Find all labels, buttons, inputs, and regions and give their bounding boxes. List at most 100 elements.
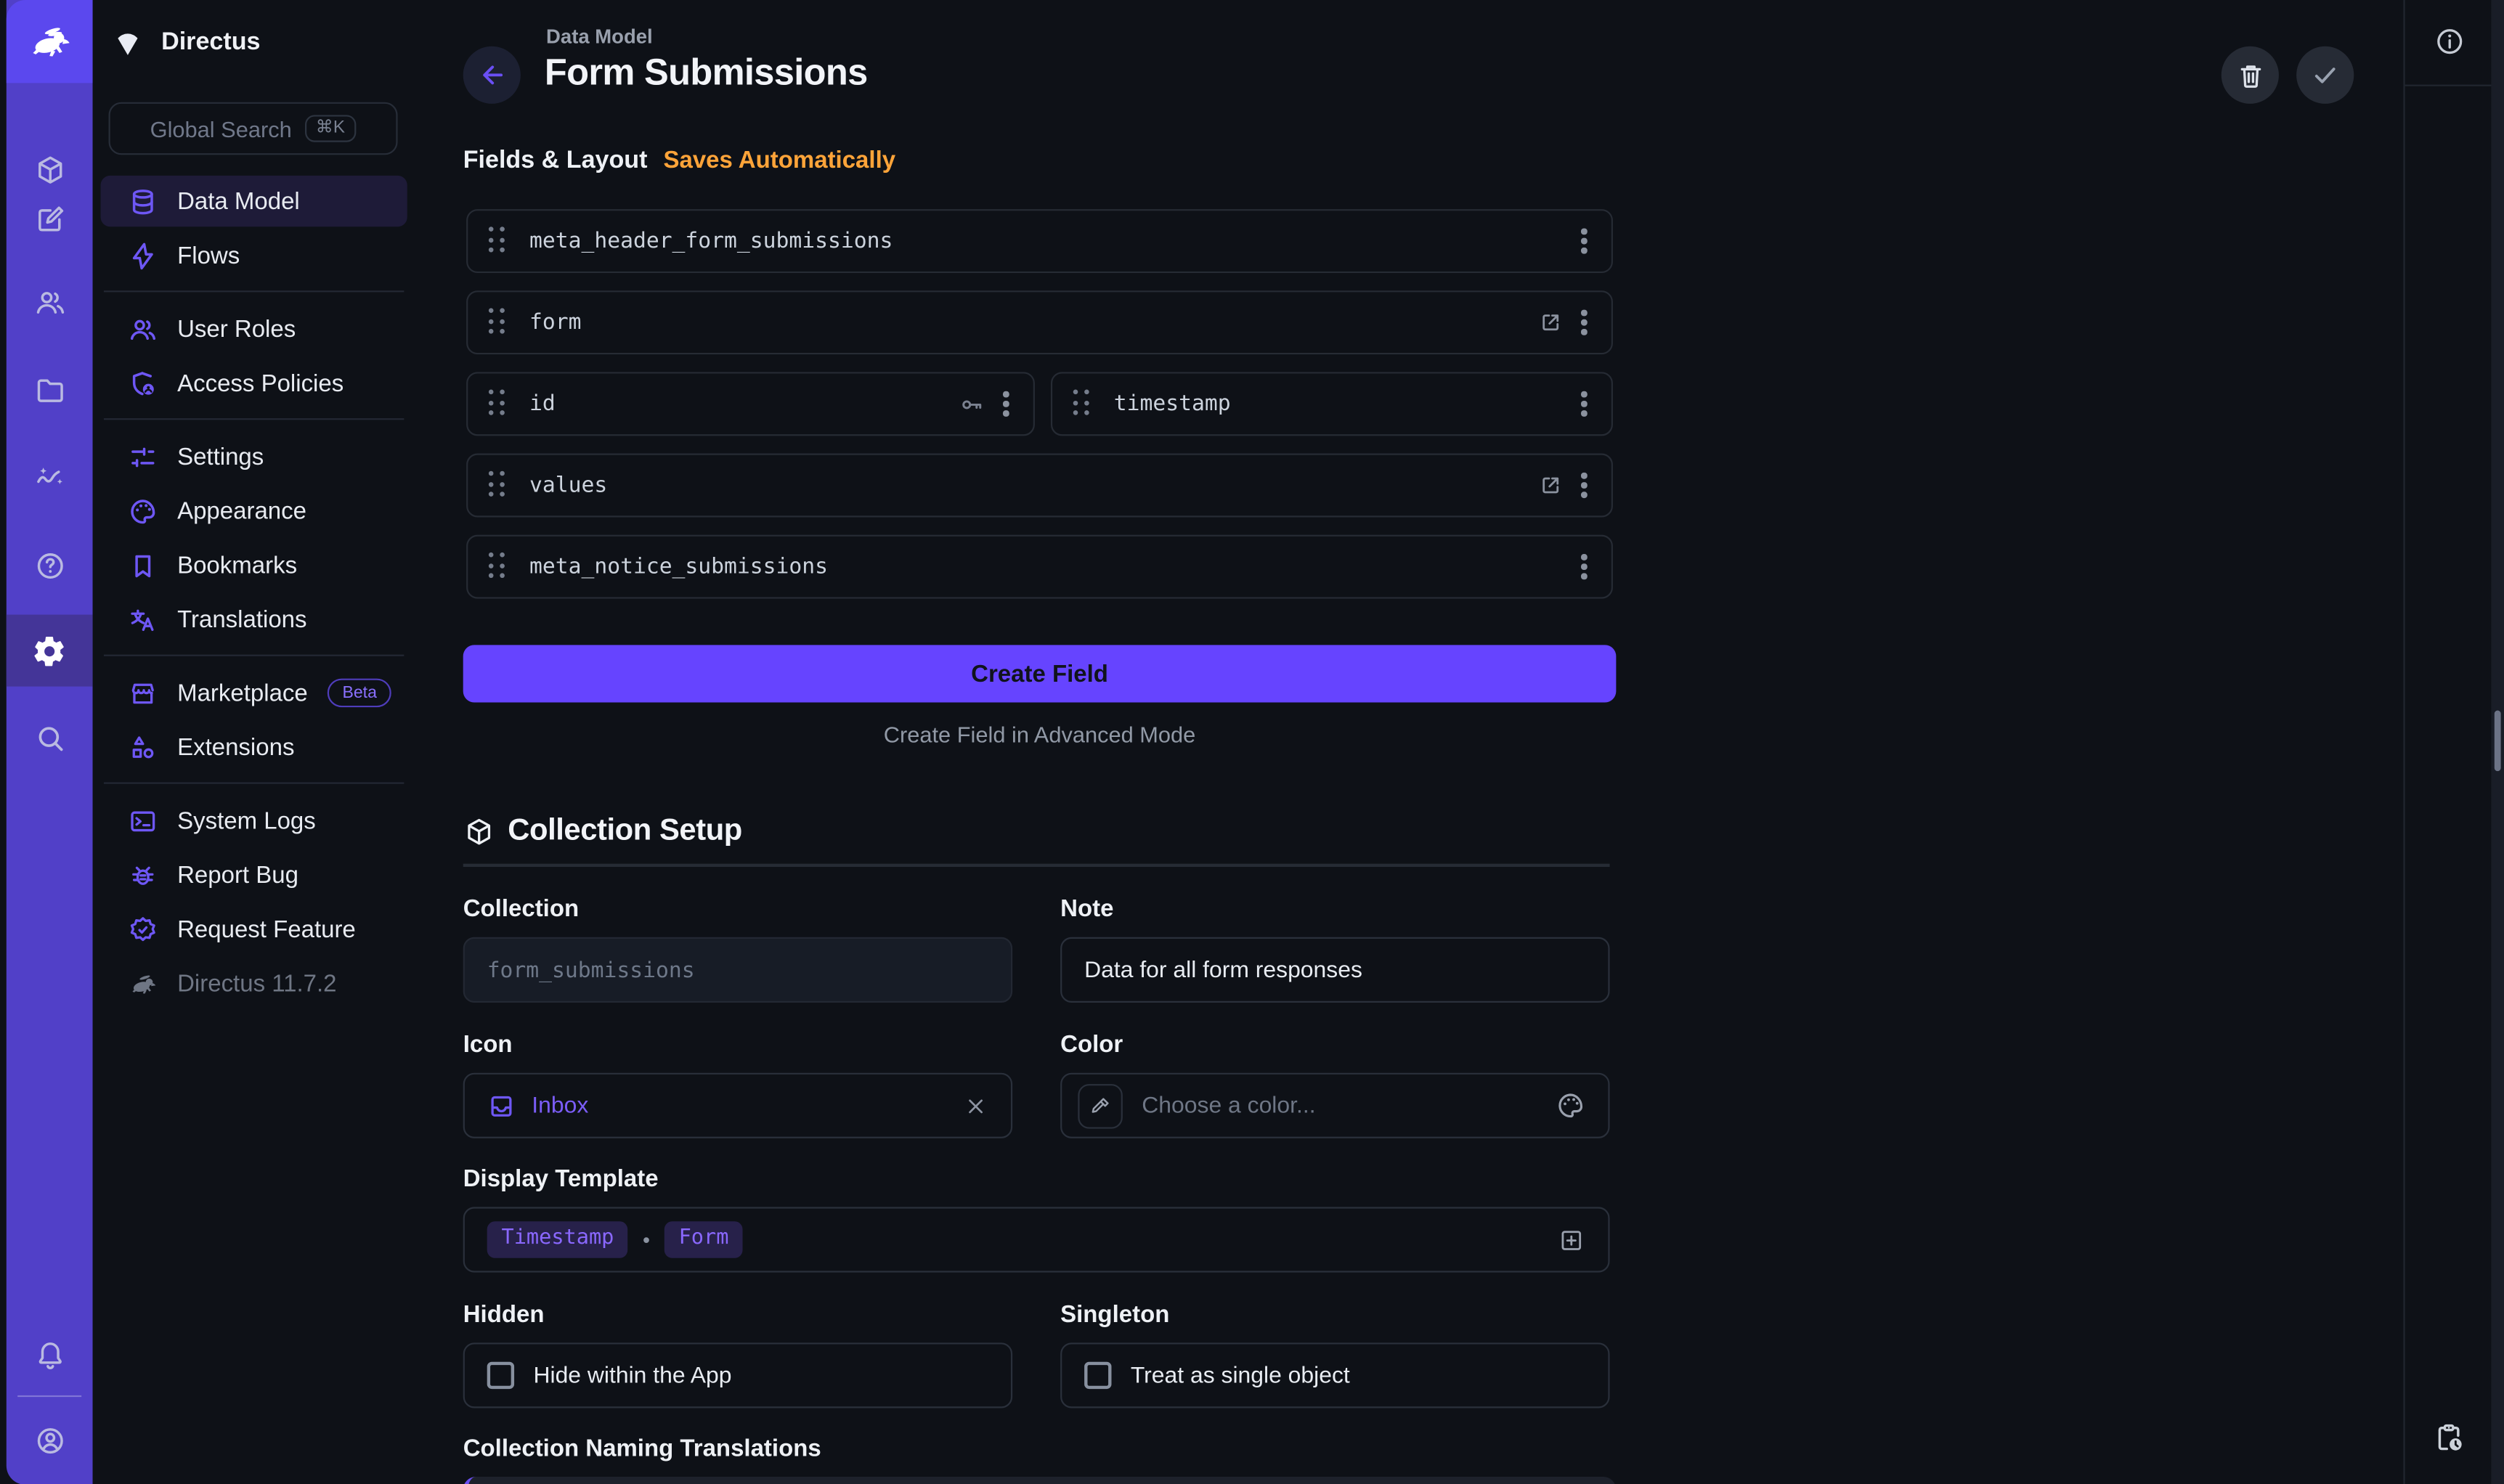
more-options-icon[interactable] xyxy=(1578,470,1590,502)
sidebar-item-bookmarks[interactable]: Bookmarks xyxy=(101,539,407,590)
field-row-form[interactable]: form xyxy=(466,290,1613,354)
icon-input[interactable]: Inbox xyxy=(463,1073,1012,1138)
sidebar-item-label: Bookmarks xyxy=(177,552,297,579)
sidebar-item-extensions[interactable]: Extensions xyxy=(101,722,407,772)
scrollbar-thumb[interactable] xyxy=(2495,711,2501,772)
delete-collection-button[interactable] xyxy=(2222,46,2279,104)
display-template-input[interactable]: Timestamp • Form xyxy=(463,1207,1610,1272)
primary-key-icon xyxy=(959,391,985,417)
nav-divider xyxy=(104,418,404,420)
sidebar-item-flows[interactable]: Flows xyxy=(101,230,407,281)
more-options-icon[interactable] xyxy=(1578,551,1590,583)
notifications-bell-icon[interactable] xyxy=(7,1326,93,1381)
revisions-clipboard-clock-icon[interactable] xyxy=(2432,1421,2466,1454)
rabbit-small-icon xyxy=(128,969,158,999)
scrollbar-track[interactable] xyxy=(2491,0,2504,1484)
add-field-to-template-icon[interactable] xyxy=(1557,1226,1586,1255)
drag-handle-icon[interactable] xyxy=(489,227,507,256)
open-relation-icon[interactable] xyxy=(1539,473,1564,498)
bookmark-icon xyxy=(128,550,158,581)
note-input[interactable]: Data for all form responses xyxy=(1060,937,1609,1003)
translate-icon xyxy=(128,604,158,635)
sidebar-item-access-policies[interactable]: Access Policies xyxy=(101,358,407,409)
global-search-input[interactable]: Global Search ⌘K xyxy=(109,102,398,155)
nav-divider xyxy=(104,290,404,292)
directus-version[interactable]: Directus 11.7.2 xyxy=(101,958,407,1008)
help-module-icon[interactable] xyxy=(7,538,93,592)
users-module-icon[interactable] xyxy=(7,274,93,329)
hidden-field: Hide within the App xyxy=(463,1342,1012,1408)
template-chip-timestamp[interactable]: Timestamp xyxy=(487,1222,629,1257)
more-options-icon[interactable] xyxy=(1578,225,1590,257)
drag-handle-icon[interactable] xyxy=(489,471,507,500)
project-logo-icon xyxy=(112,27,144,59)
trash-icon xyxy=(2235,60,2265,90)
template-separator: • xyxy=(643,1228,650,1252)
search-module-icon[interactable] xyxy=(7,711,93,765)
field-name: meta_header_form_submissions xyxy=(529,228,893,253)
color-label: Color xyxy=(1060,1032,1123,1059)
sidebar-item-marketplace[interactable]: Marketplace Beta xyxy=(101,667,407,718)
field-row-meta-notice[interactable]: meta_notice_submissions xyxy=(466,535,1613,599)
sidebar-item-label: Data Model xyxy=(177,187,300,214)
color-input[interactable]: Choose a color... xyxy=(1060,1073,1609,1138)
field-row-values[interactable]: values xyxy=(466,454,1613,518)
create-field-button[interactable]: Create Field xyxy=(463,645,1617,702)
sidebar-item-user-roles[interactable]: User Roles xyxy=(101,303,407,354)
collection-input: form_submissions xyxy=(463,937,1012,1003)
people-icon xyxy=(128,314,158,344)
field-row-timestamp[interactable]: timestamp xyxy=(1051,372,1613,436)
sidebar-item-data-model[interactable]: Data Model xyxy=(101,176,407,227)
singleton-checkbox[interactable] xyxy=(1084,1362,1111,1389)
sidebar-item-system-logs[interactable]: System Logs xyxy=(101,795,407,846)
palette-picker-icon[interactable] xyxy=(1556,1090,1586,1121)
nav-divider xyxy=(104,783,404,784)
user-avatar[interactable] xyxy=(7,1413,93,1467)
field-row-id[interactable]: id xyxy=(466,372,1035,436)
inbox-icon xyxy=(487,1091,516,1120)
drag-handle-icon[interactable] xyxy=(489,308,507,337)
field-row-meta-header[interactable]: meta_header_form_submissions xyxy=(466,209,1613,273)
back-button[interactable] xyxy=(463,46,521,104)
field-name: meta_notice_submissions xyxy=(529,554,828,579)
clear-icon-button[interactable] xyxy=(963,1093,988,1118)
sidebar-item-appearance[interactable]: Appearance xyxy=(101,485,407,536)
save-button[interactable] xyxy=(2296,46,2354,104)
drag-handle-icon[interactable] xyxy=(1073,390,1092,419)
more-options-icon[interactable] xyxy=(1578,388,1590,420)
main-content: Data Model Form Submissions Fields & Lay… xyxy=(463,0,1617,1484)
drag-handle-icon[interactable] xyxy=(489,553,507,582)
template-chip-form[interactable]: Form xyxy=(664,1222,743,1257)
project-selector[interactable]: Directus xyxy=(112,16,399,70)
sidebar-item-report-bug[interactable]: Report Bug xyxy=(101,849,407,900)
sidebar-item-settings[interactable]: Settings xyxy=(101,431,407,482)
info-icon[interactable] xyxy=(2434,25,2466,57)
check-icon xyxy=(2309,59,2341,91)
palette-icon xyxy=(128,496,158,526)
more-options-icon[interactable] xyxy=(1000,388,1012,420)
files-module-icon[interactable] xyxy=(7,362,93,417)
singleton-checkbox-label[interactable]: Treat as single object xyxy=(1131,1363,1350,1388)
more-options-icon[interactable] xyxy=(1578,306,1590,338)
hidden-checkbox-label[interactable]: Hide within the App xyxy=(533,1363,731,1388)
hidden-checkbox[interactable] xyxy=(487,1362,514,1389)
fields-layout-heading: Fields & Layout xyxy=(463,147,648,176)
content-module-icon[interactable] xyxy=(7,142,93,197)
eyedropper-icon[interactable] xyxy=(1078,1083,1123,1128)
naming-translations-input-partial[interactable] xyxy=(463,1477,1617,1484)
open-relation-icon[interactable] xyxy=(1539,310,1564,335)
insights-module-icon[interactable] xyxy=(7,450,93,505)
sidebar-item-request-feature[interactable]: Request Feature xyxy=(101,904,407,955)
note-label: Note xyxy=(1060,896,1113,923)
directus-logo[interactable] xyxy=(7,0,93,83)
settings-module-icon[interactable] xyxy=(7,615,93,687)
right-sidebar-divider xyxy=(2405,85,2493,86)
editor-module-icon[interactable] xyxy=(7,192,93,246)
breadcrumb[interactable]: Data Model xyxy=(546,25,653,48)
field-name: id xyxy=(529,391,556,417)
drag-handle-icon[interactable] xyxy=(489,390,507,419)
create-field-advanced-link[interactable]: Create Field in Advanced Mode xyxy=(463,722,1617,747)
sidebar-item-translations[interactable]: Translations xyxy=(101,594,407,645)
sidebar-item-label: Flows xyxy=(177,242,240,269)
sidebar-item-label: Report Bug xyxy=(177,861,298,888)
